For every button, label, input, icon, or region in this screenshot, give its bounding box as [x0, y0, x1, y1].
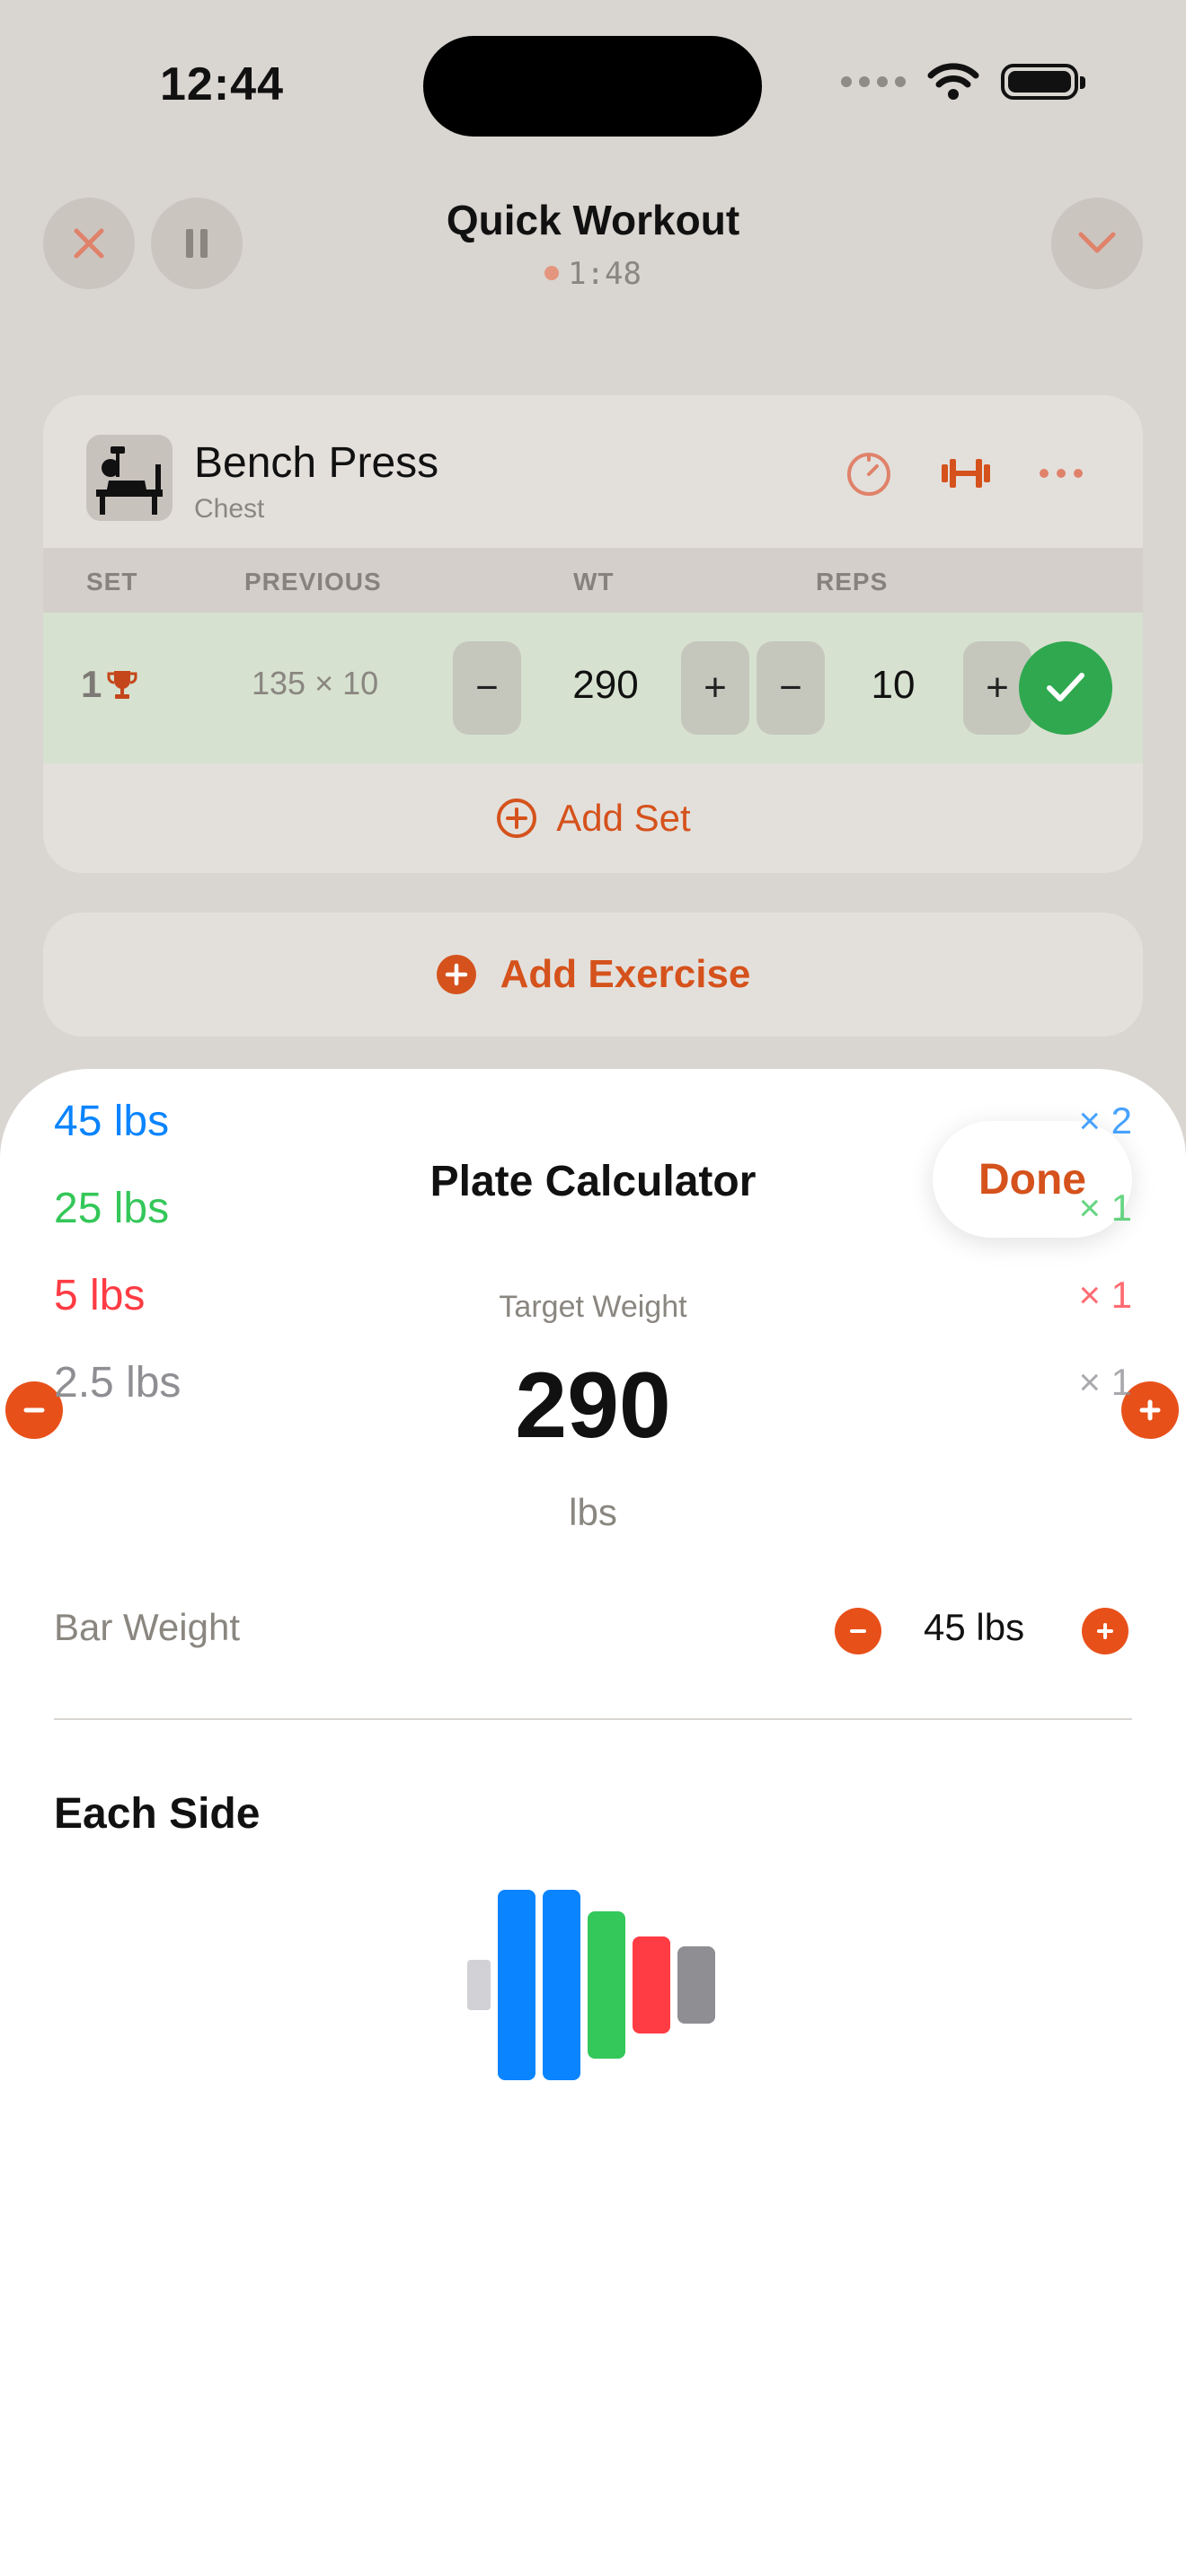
status-time: 12:44 — [160, 58, 284, 110]
exercise-card: Bench Press Chest SET PREVIOUS WT REPS 1… — [43, 395, 1143, 873]
set-number-value: 1 — [81, 663, 102, 705]
plus-icon — [1097, 1623, 1113, 1639]
exercise-header: Bench Press Chest — [43, 395, 1143, 548]
column-header-reps: REPS — [816, 568, 889, 595]
chevron-down-icon — [1078, 232, 1116, 253]
plate-4 — [677, 1946, 715, 2024]
bench-press-icon — [96, 446, 163, 515]
plate-calculator-icon[interactable] — [940, 455, 992, 491]
bar-weight-value: 45 lbs — [924, 1606, 1025, 1648]
plate-list-item: 45 lbs × 2 — [54, 1094, 1132, 1148]
reps-value[interactable]: 10 — [830, 663, 956, 708]
checkmark-icon — [1047, 673, 1084, 701]
column-header-weight: WT — [573, 568, 615, 595]
workout-title: Quick Workout — [446, 197, 740, 243]
recording-dot-icon — [544, 265, 560, 280]
complete-set-button[interactable] — [1019, 641, 1112, 735]
weight-increment-button[interactable]: + — [681, 641, 749, 735]
divider — [54, 1718, 1132, 1720]
plate-1 — [498, 1890, 535, 2080]
exercise-actions — [845, 449, 1084, 498]
set-number[interactable]: 1 — [81, 663, 137, 706]
plate-weight: 2.5 lbs — [54, 1358, 181, 1407]
exercise-thumbnail — [86, 435, 173, 521]
add-set-label: Add Set — [556, 797, 691, 839]
plate-list-item: 2.5 lbs × 1 — [54, 1355, 1132, 1409]
plate-count: × 1 — [1078, 1274, 1132, 1316]
status-icons — [841, 63, 1085, 101]
reps-decrement-button[interactable]: − — [757, 641, 825, 735]
cellular-signal-icon — [841, 76, 906, 87]
plate-calculator-sheet: Plate Calculator Done Target Weight 290 … — [0, 1069, 1186, 2576]
wifi-icon — [927, 63, 979, 100]
weight-value[interactable]: 290 — [530, 663, 681, 708]
plate-list-item: 25 lbs × 1 — [54, 1181, 1132, 1235]
plus-circle-icon — [497, 798, 537, 838]
exercise-name: Bench Press — [194, 439, 439, 487]
trophy-icon — [107, 671, 137, 699]
plate-weight: 25 lbs — [54, 1184, 170, 1232]
bar-weight-decrement-button[interactable] — [835, 1608, 881, 1654]
exercise-muscle-group: Chest — [194, 494, 265, 524]
plate-weight: 5 lbs — [54, 1271, 146, 1319]
rest-timer-icon[interactable] — [845, 449, 893, 498]
previous-value[interactable]: 135 × 10 — [252, 665, 378, 702]
workout-timer: 1:48 — [0, 256, 1186, 292]
set-table-header: SET PREVIOUS WT REPS — [43, 548, 1143, 613]
add-exercise-button[interactable]: Add Exercise — [43, 913, 1143, 1037]
bar-weight-label: Bar Weight — [54, 1606, 240, 1648]
dynamic-island — [423, 36, 762, 137]
bar-sleeve — [467, 1960, 491, 2010]
add-set-button[interactable]: Add Set — [43, 763, 1143, 873]
plate-2 — [588, 1911, 625, 2059]
plate-list-item: 5 lbs × 1 — [54, 1268, 1132, 1322]
plate-3 — [633, 1936, 670, 2033]
bar-weight-increment-button[interactable] — [1082, 1608, 1128, 1654]
target-weight-unit: lbs — [569, 1491, 617, 1533]
workout-timer-value: 1:48 — [568, 256, 642, 292]
weight-decrement-button[interactable]: − — [453, 641, 521, 735]
plate-count: × 2 — [1078, 1099, 1132, 1142]
minus-icon — [850, 1629, 866, 1633]
column-header-previous: PREVIOUS — [244, 568, 382, 595]
plate-count: × 1 — [1078, 1187, 1132, 1229]
plate-1 — [543, 1890, 580, 2080]
battery-icon — [1001, 64, 1085, 100]
more-options-icon[interactable] — [1039, 468, 1084, 479]
collapse-workout-button[interactable] — [1051, 198, 1143, 289]
each-side-heading: Each Side — [54, 1790, 261, 1838]
plus-icon — [1139, 1399, 1161, 1421]
set-row: 1 135 × 10 − 290 + − 10 + — [43, 613, 1143, 763]
plus-circle-filled-icon — [436, 955, 476, 994]
add-exercise-label: Add Exercise — [500, 952, 751, 996]
plate-weight: 45 lbs — [54, 1097, 170, 1145]
column-header-set: SET — [86, 568, 138, 595]
plate-count: × 1 — [1078, 1361, 1132, 1403]
